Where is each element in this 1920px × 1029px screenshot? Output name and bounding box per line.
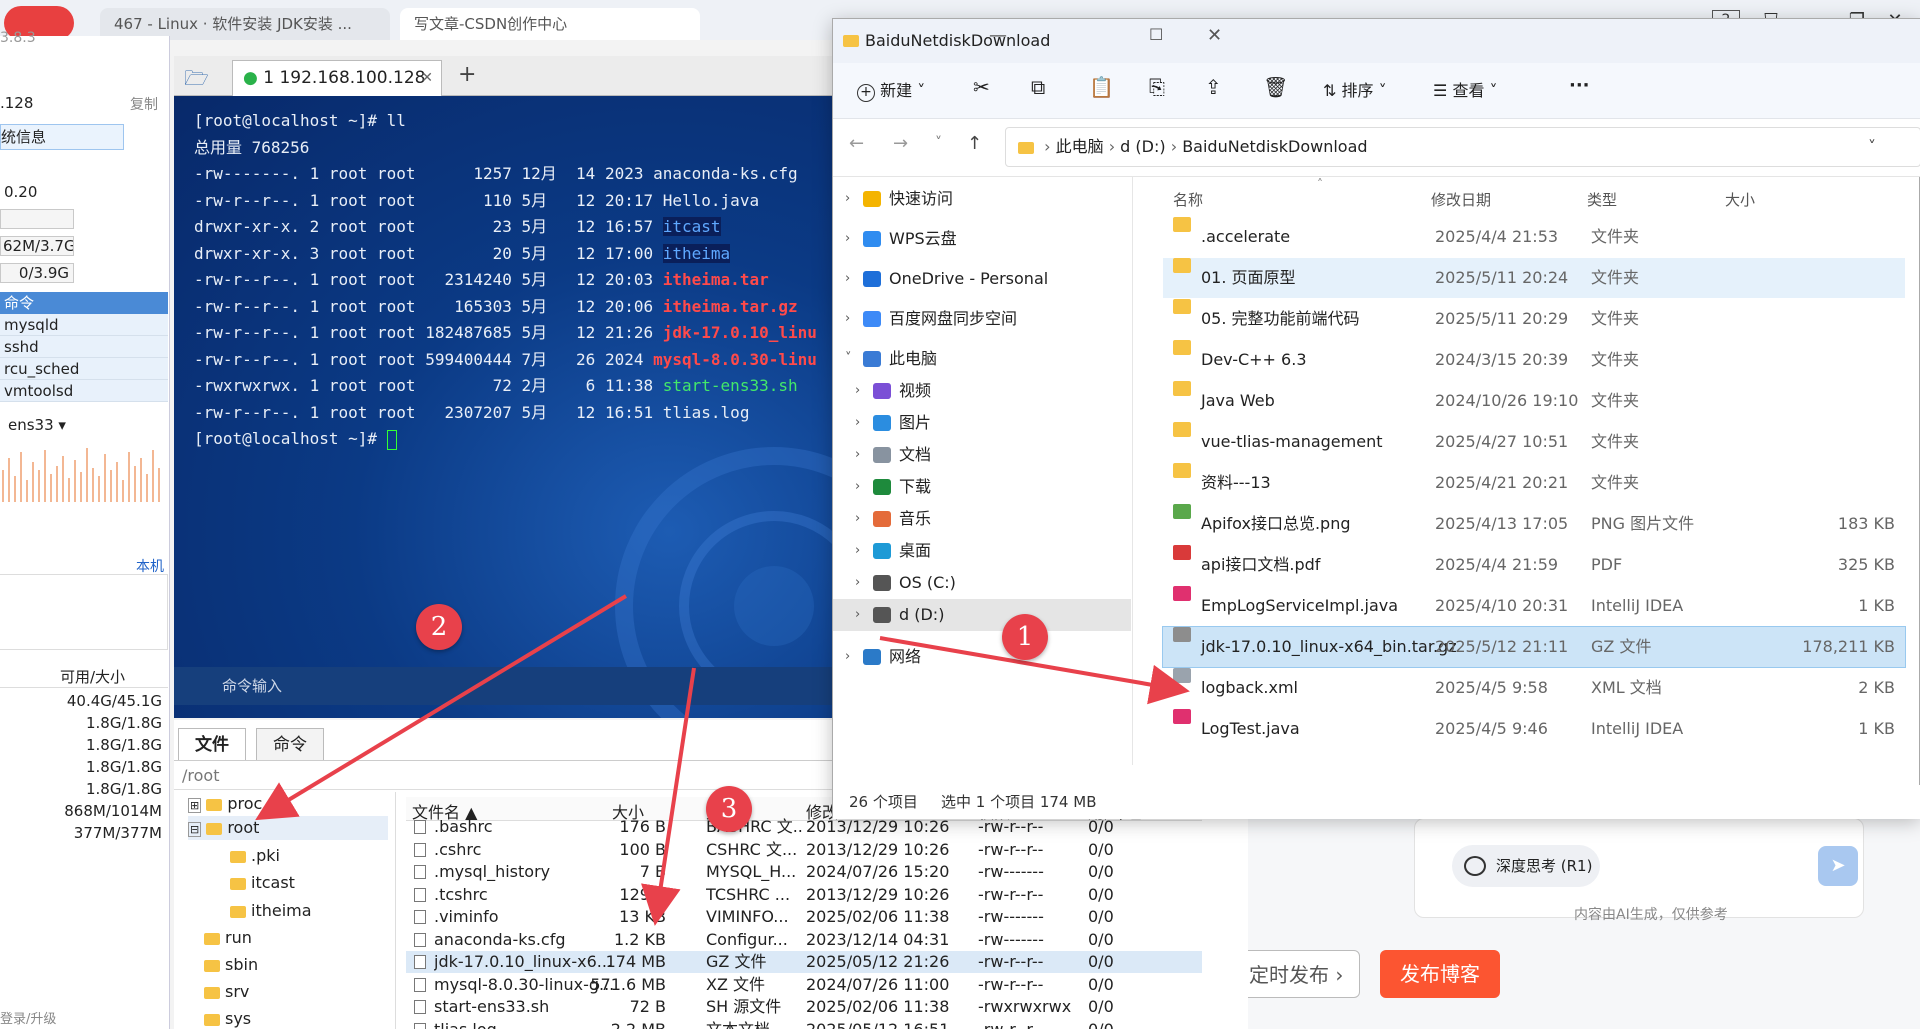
step-badge-3: 3 — [706, 786, 752, 832]
step-badge-2: 2 — [416, 604, 462, 650]
step-badge-1: 1 — [1002, 614, 1048, 660]
annotation-arrows — [255, 594, 1190, 926]
arrow-3 — [641, 667, 696, 926]
